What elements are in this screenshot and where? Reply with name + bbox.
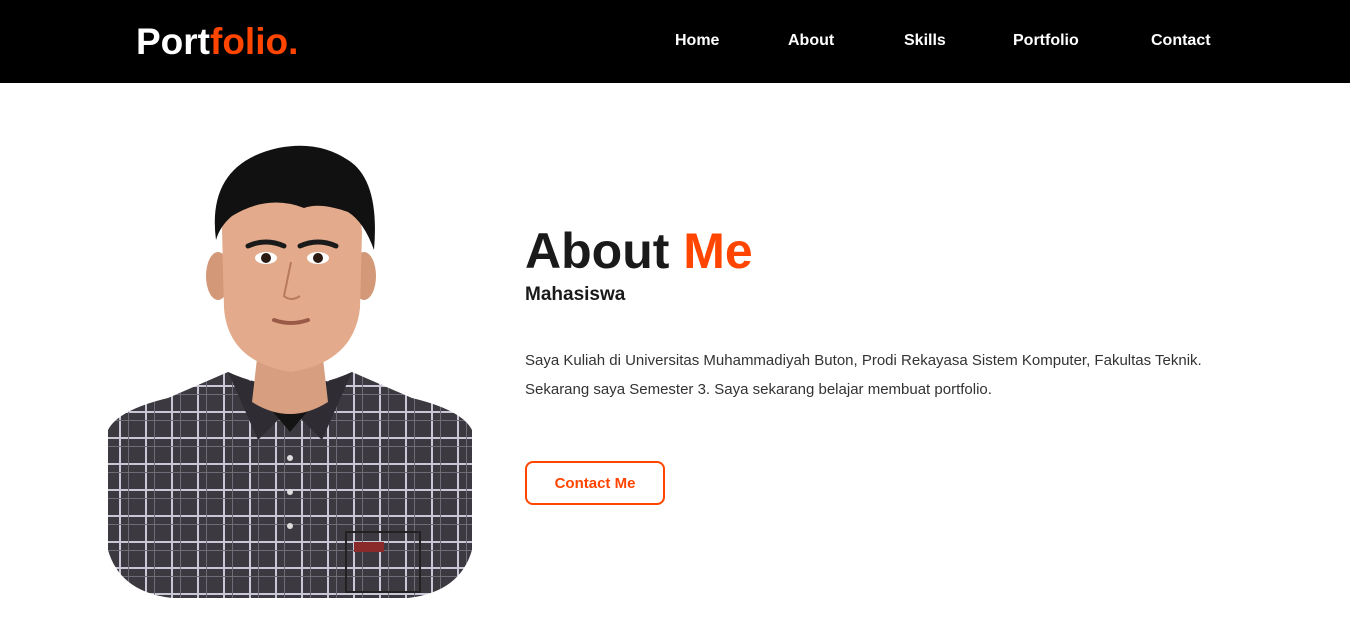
nav-link-skills[interactable]: Skills — [904, 31, 946, 51]
about-description-line-1: Saya Kuliah di Universitas Muhammadiyah … — [525, 352, 1202, 369]
about-title-main: About — [525, 223, 684, 279]
about-subtitle: Mahasiswa — [525, 284, 626, 305]
nav-link-portfolio[interactable]: Portfolio — [1013, 31, 1079, 51]
nav-menu: Home About Skills Portfolio Contact — [0, 0, 1350, 83]
nav-link-home[interactable]: Home — [675, 31, 719, 51]
about-description: Saya Kuliah di Universitas Muhammadiyah … — [525, 346, 1295, 404]
nav-link-about[interactable]: About — [788, 31, 834, 51]
contact-me-button[interactable]: Contact Me — [525, 461, 665, 505]
navbar: Portfolio. Home About Skills Portfolio C… — [0, 0, 1350, 83]
about-title-accent: Me — [683, 223, 753, 279]
about-title: About Me — [525, 222, 753, 280]
profile-photo — [108, 140, 472, 598]
about-description-line-2: Sekarang saya Semester 3. Saya sekarang … — [525, 381, 992, 398]
nav-link-contact[interactable]: Contact — [1151, 31, 1211, 51]
